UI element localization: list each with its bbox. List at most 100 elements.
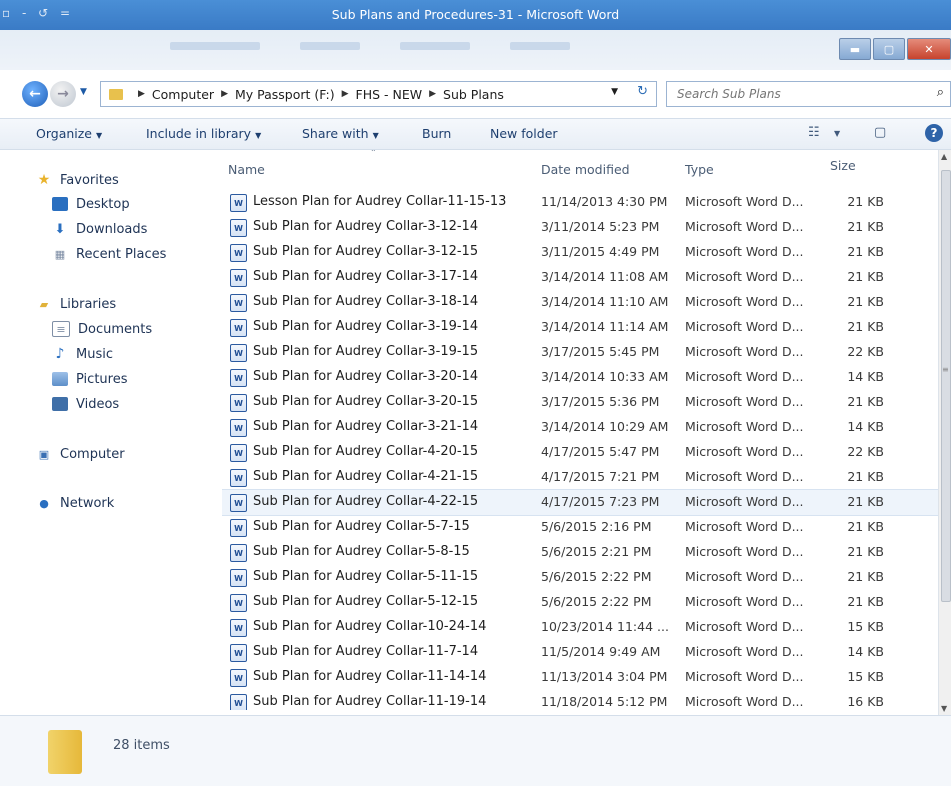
file-row[interactable]: W Sub Plan for Audrey Collar-3-12-14 3/11/… xyxy=(222,215,938,240)
preview-pane-icon[interactable]: ▢ xyxy=(874,125,886,140)
file-type: Microsoft Word D... xyxy=(685,669,804,684)
burn-button[interactable]: Burn xyxy=(422,126,451,141)
file-row[interactable]: W Sub Plan for Audrey Collar-4-20-15 4/17/… xyxy=(222,440,938,465)
file-row[interactable]: W Sub Plan for Audrey Collar-11-19-14 11/1… xyxy=(222,690,938,710)
column-header-name[interactable]: Name xyxy=(228,162,265,177)
recent-places-icon: ▦ xyxy=(54,247,66,261)
new-folder-button[interactable]: New folder xyxy=(490,126,558,141)
file-size: 21 KB xyxy=(847,394,884,409)
close-button[interactable]: ✕ xyxy=(907,38,951,60)
nav-videos[interactable]: Videos xyxy=(52,394,119,414)
network-icon: ● xyxy=(39,496,49,510)
file-row[interactable]: W Sub Plan for Audrey Collar-5-12-15 5/6/2… xyxy=(222,590,938,615)
nav-favorites[interactable]: ★ Favorites xyxy=(36,170,119,190)
scroll-down-arrow-icon[interactable]: ▼ xyxy=(941,704,947,713)
file-row[interactable]: W Sub Plan for Audrey Collar-3-20-15 3/17/… xyxy=(222,390,938,415)
include-in-library-button[interactable]: Include in library ▼ xyxy=(146,126,261,141)
file-row[interactable]: W Sub Plan for Audrey Collar-4-21-15 4/17/… xyxy=(222,465,938,490)
search-box: ⌕ xyxy=(666,81,951,107)
file-row[interactable]: W Sub Plan for Audrey Collar-11-14-14 11/1… xyxy=(222,665,938,690)
file-date-modified: 3/17/2015 5:36 PM xyxy=(541,394,660,409)
back-button[interactable]: ← xyxy=(22,81,48,107)
nav-downloads-label: Downloads xyxy=(76,221,148,237)
column-header-size[interactable]: Size xyxy=(830,158,856,173)
word-document-icon: W xyxy=(230,519,247,537)
scrollbar-thumb[interactable] xyxy=(941,170,951,602)
star-icon: ★ xyxy=(37,172,51,188)
file-row[interactable]: W Sub Plan for Audrey Collar-4-22-15 4/17/… xyxy=(222,489,938,516)
file-size: 22 KB xyxy=(847,344,884,359)
view-options-dropdown[interactable]: ▼ xyxy=(834,129,840,138)
breadcrumb-my-passport[interactable]: My Passport (F:) xyxy=(235,87,335,102)
file-row[interactable]: W Sub Plan for Audrey Collar-3-19-15 3/17/… xyxy=(222,340,938,365)
forward-button[interactable]: → xyxy=(50,81,76,107)
file-row[interactable]: W Sub Plan for Audrey Collar-5-8-15 5/6/20… xyxy=(222,540,938,565)
command-bar: Organize ▼ Include in library ▼ Share with… xyxy=(0,118,951,150)
file-row[interactable]: W Sub Plan for Audrey Collar-5-11-15 5/6/2… xyxy=(222,565,938,590)
organize-button[interactable]: Organize ▼ xyxy=(36,126,102,141)
file-date-modified: 3/11/2014 5:23 PM xyxy=(541,219,660,234)
word-document-icon: W xyxy=(230,219,247,237)
nav-libraries[interactable]: ▰ Libraries xyxy=(36,294,116,314)
share-label: Share with xyxy=(302,126,369,141)
file-row[interactable]: W Lesson Plan for Audrey Collar-11-15-13 1… xyxy=(222,190,938,215)
nav-desktop[interactable]: Desktop xyxy=(52,194,130,214)
nav-pictures[interactable]: Pictures xyxy=(52,369,127,389)
file-row[interactable]: W Sub Plan for Audrey Collar-3-21-14 3/14/… xyxy=(222,415,938,440)
breadcrumb-computer[interactable]: Computer xyxy=(152,87,214,102)
file-row[interactable]: W Sub Plan for Audrey Collar-11-7-14 11/5/… xyxy=(222,640,938,665)
help-icon[interactable]: ? xyxy=(925,124,943,142)
breadcrumb-separator[interactable]: ▶ xyxy=(429,89,436,99)
nav-recent-label: Recent Places xyxy=(76,246,167,262)
file-row[interactable]: W Sub Plan for Audrey Collar-3-19-14 3/14/… xyxy=(222,315,938,340)
file-row[interactable]: W Sub Plan for Audrey Collar-3-20-14 3/14/… xyxy=(222,365,938,390)
file-row[interactable]: W Sub Plan for Audrey Collar-3-12-15 3/11/… xyxy=(222,240,938,265)
address-dropdown[interactable]: ▼ xyxy=(611,87,618,97)
file-name: Sub Plan for Audrey Collar-4-20-15 xyxy=(253,444,479,459)
breadcrumb-fhs-new[interactable]: FHS - NEW xyxy=(356,87,423,102)
folder-icon xyxy=(48,730,82,774)
breadcrumb-sub-plans[interactable]: Sub Plans xyxy=(443,87,504,102)
file-name: Sub Plan for Audrey Collar-5-7-15 xyxy=(253,519,470,534)
minimize-button[interactable]: ▬ xyxy=(839,38,871,60)
file-list: Name Date modified Type Size ⌃ W Lesson P… xyxy=(222,150,938,710)
nav-documents[interactable]: ≡ Documents xyxy=(52,319,152,339)
window-title: Sub Plans and Procedures-31 - Microsoft … xyxy=(331,7,620,22)
column-header-type[interactable]: Type xyxy=(685,162,714,177)
file-date-modified: 5/6/2015 2:21 PM xyxy=(541,544,652,559)
nav-music[interactable]: ♪ Music xyxy=(52,344,113,364)
file-date-modified: 5/6/2015 2:22 PM xyxy=(541,569,652,584)
share-with-button[interactable]: Share with ▼ xyxy=(302,126,379,141)
file-name: Sub Plan for Audrey Collar-4-22-15 xyxy=(253,494,479,509)
column-header-date[interactable]: Date modified xyxy=(541,162,630,177)
file-size: 21 KB xyxy=(847,469,884,484)
file-date-modified: 4/17/2015 5:47 PM xyxy=(541,444,660,459)
breadcrumb: ▶ Computer ▶ My Passport (F:) ▶ FHS - NE… xyxy=(101,87,504,102)
address-bar[interactable]: ▶ Computer ▶ My Passport (F:) ▶ FHS - NE… xyxy=(100,81,657,107)
pictures-icon xyxy=(52,372,68,386)
file-row[interactable]: W Sub Plan for Audrey Collar-3-18-14 3/14/… xyxy=(222,290,938,315)
file-row[interactable]: W Sub Plan for Audrey Collar-3-17-14 3/14/… xyxy=(222,265,938,290)
search-input[interactable] xyxy=(675,86,919,102)
search-icon[interactable]: ⌕ xyxy=(937,85,944,100)
change-view-icon[interactable]: ☷ xyxy=(808,125,820,140)
file-row[interactable]: W Sub Plan for Audrey Collar-10-24-14 10/2… xyxy=(222,615,938,640)
nav-network[interactable]: ● Network xyxy=(36,493,114,513)
file-row[interactable]: W Sub Plan for Audrey Collar-5-7-15 5/6/20… xyxy=(222,515,938,540)
word-document-icon: W xyxy=(230,594,247,612)
file-type: Microsoft Word D... xyxy=(685,569,804,584)
nav-downloads[interactable]: ⬇ Downloads xyxy=(52,219,148,239)
recent-locations-dropdown[interactable]: ▼ xyxy=(80,87,87,97)
breadcrumb-separator[interactable]: ▶ xyxy=(342,89,349,99)
maximize-button[interactable]: ▢ xyxy=(873,38,905,60)
nav-computer[interactable]: ▣ Computer xyxy=(36,444,125,464)
refresh-icon[interactable]: ↻ xyxy=(637,84,648,99)
scroll-up-arrow-icon[interactable]: ▲ xyxy=(941,152,947,161)
file-size: 21 KB xyxy=(847,194,884,209)
vertical-scrollbar[interactable]: ▲ ≡ ▼ xyxy=(938,150,951,715)
file-size: 14 KB xyxy=(847,369,884,384)
breadcrumb-separator[interactable]: ▶ xyxy=(221,89,228,99)
nav-recent-places[interactable]: ▦ Recent Places xyxy=(52,244,167,264)
breadcrumb-separator[interactable]: ▶ xyxy=(138,89,145,99)
organize-label: Organize xyxy=(36,126,92,141)
